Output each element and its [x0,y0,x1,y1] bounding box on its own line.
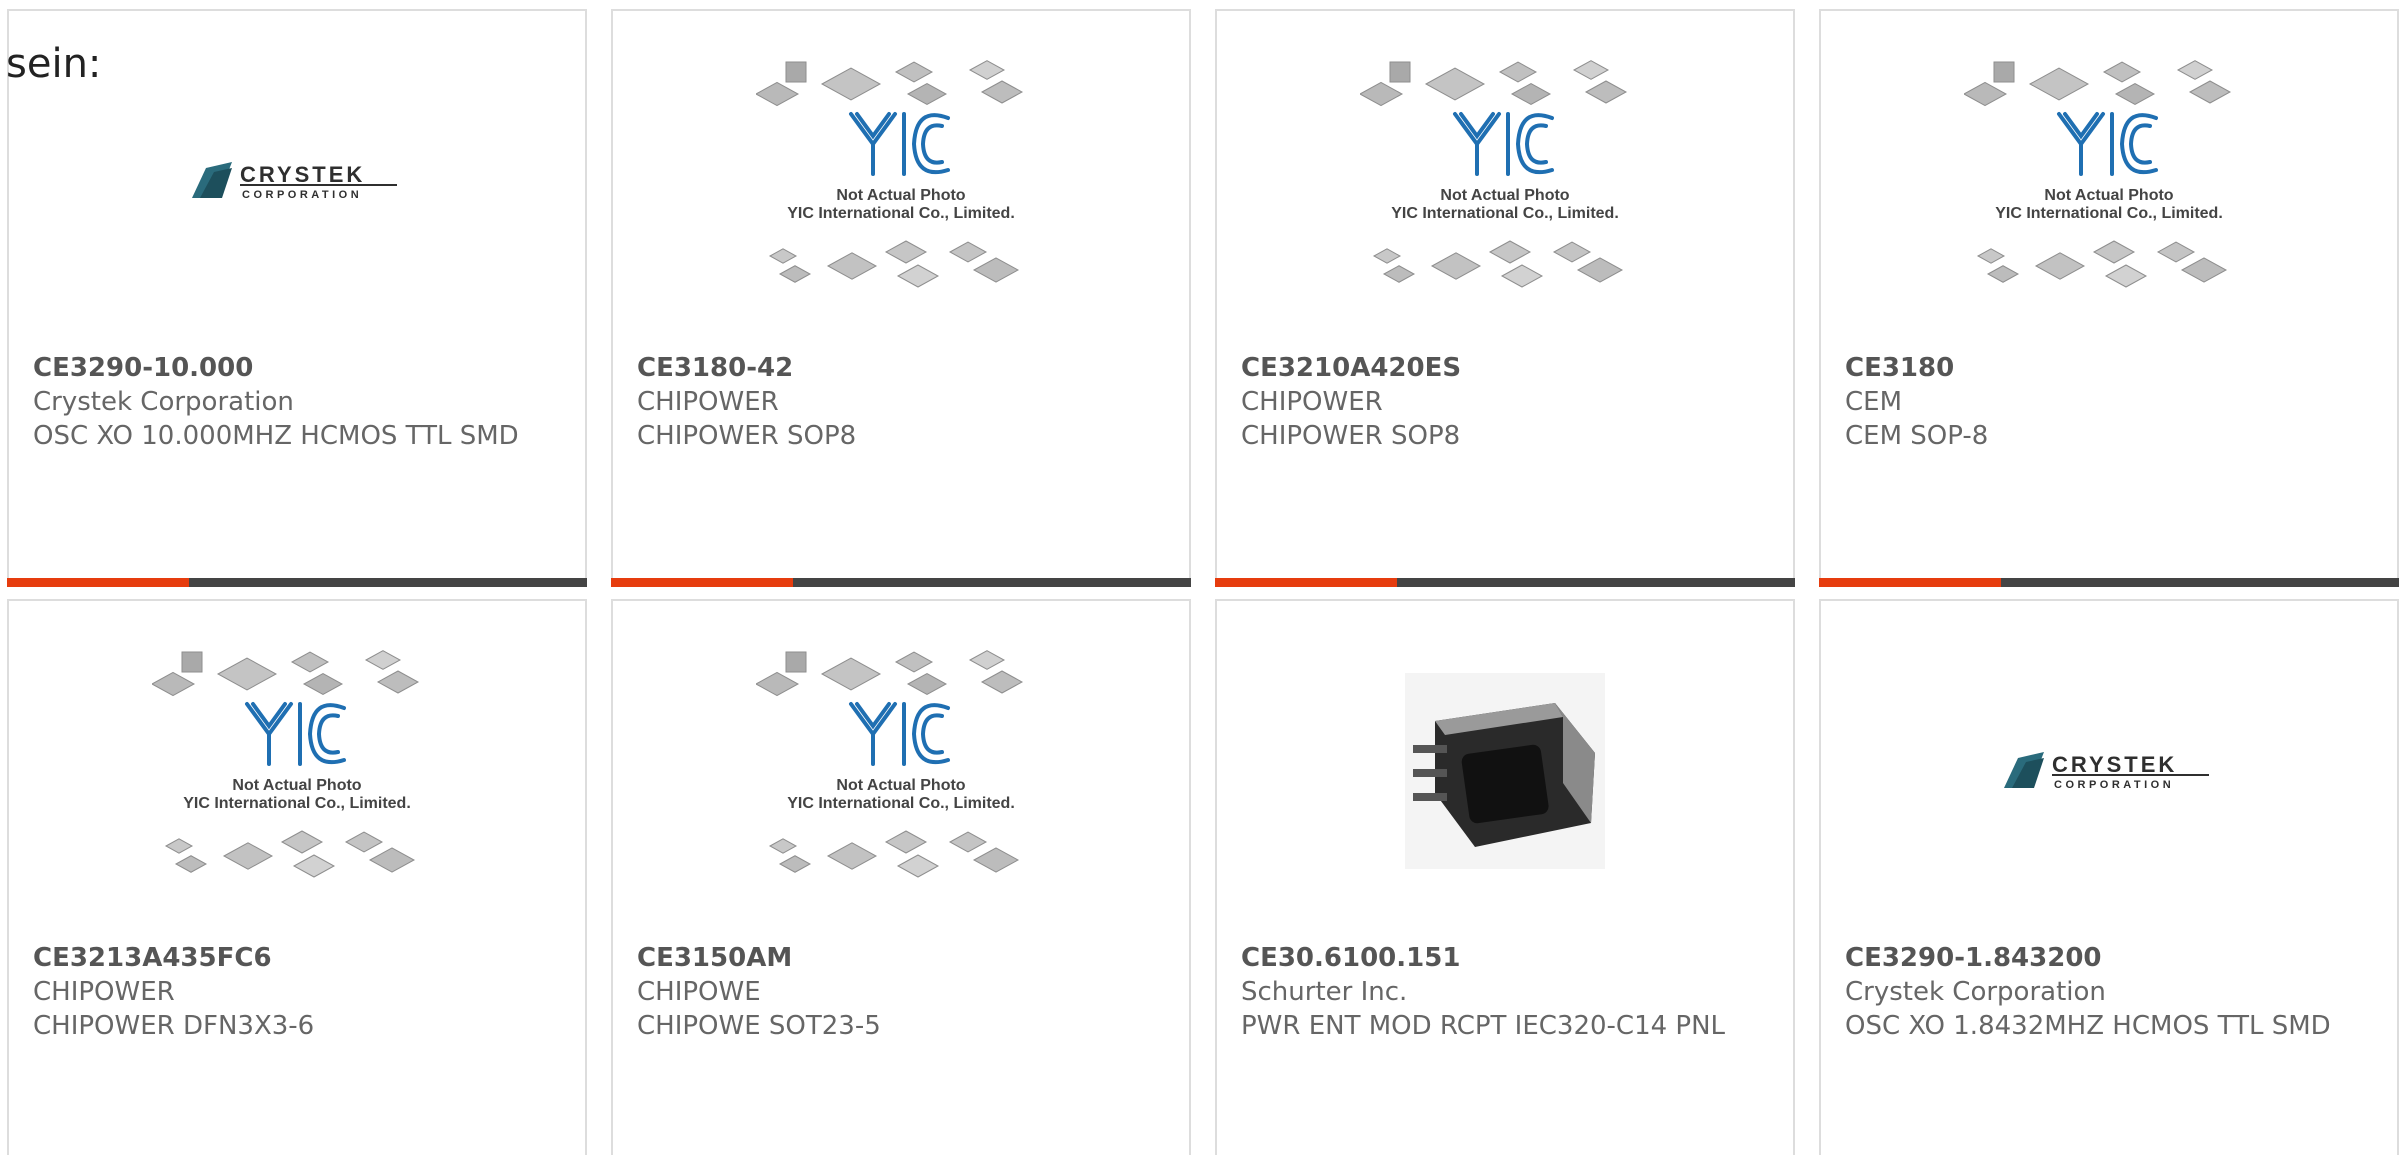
product-image[interactable]: Not Actual Photo YIC International Co., L… [613,11,1189,351]
yic-placeholder-image: Not Actual PhotoYIC International Co., L… [756,650,1024,878]
crystek-logo-name: CRYSTEK [240,162,365,187]
card-bottom-bar [1819,578,2399,587]
card-accent-bar [1215,578,1397,587]
placeholder-caption-line2: YIC International Co., Limited. [787,795,1015,812]
part-number-link[interactable]: CE3210A420ES [1241,351,1773,385]
product-card[interactable]: CRYSTEK CORPORATION CE3290-1.843200 Crystek… [1819,599,2399,1155]
product-card[interactable]: Not Actual Photo YIC International Co., L… [7,599,587,1155]
product-description: CHIPOWER SOP8 [637,421,857,451]
product-image[interactable]: Not Actual Photo YIC International Co., L… [613,601,1189,941]
part-number-link[interactable]: CE3180-42 [637,351,1169,385]
manufacturer-name: CEM [1845,387,1903,417]
product-info: CE3210A420ES CHIPOWER CHIPOWER SOP8 [1241,351,1773,453]
part-number-link[interactable]: CE3150AM [637,941,1169,975]
crystek-logo-subtitle: CORPORATION [242,189,362,201]
product-image[interactable]: Not Actual Photo YIC International Co., L… [1217,11,1793,351]
crystek-logo-name: CRYSTEK [2052,752,2177,777]
product-listing-page: sein: CRYSTEK CORPORATION CE3290-10.000 Cry… [0,0,2400,1155]
yic-placeholder-image: Not Actual PhotoYIC International Co., L… [152,650,420,878]
part-number-link[interactable]: CE3290-1.843200 [1845,941,2377,975]
power-entry-module-photo [1405,673,1605,869]
manufacturer-name: CHIPOWER [1241,387,1383,417]
product-card[interactable]: Not Actual Photo YIC International Co., L… [1819,9,2399,587]
product-description: CEM SOP-8 [1845,421,1989,451]
yic-placeholder-image: Not Actual PhotoYIC International Co., L… [756,60,1024,288]
part-number-link[interactable]: CE3213A435FC6 [33,941,565,975]
card-accent-bar [1819,578,2001,587]
product-description: CHIPOWER DFN3X3-6 [33,1011,315,1041]
product-card[interactable]: CE30.6100.151 Schurter Inc. PWR ENT MOD RC… [1215,599,1795,1155]
part-number-link[interactable]: CE3180 [1845,351,2377,385]
product-description: OSC XO 1.8432MHZ HCMOS TTL SMD [1845,1011,2331,1041]
product-info: CE3290-1.843200 Crystek Corporation OSC XO… [1845,941,2377,1043]
product-image[interactable]: Not Actual Photo YIC International Co., L… [9,601,585,941]
placeholder-caption-line1: Not Actual Photo [836,187,965,204]
placeholder-caption-line1: Not Actual Photo [232,777,361,794]
part-number-link[interactable]: CE3290-10.000 [33,351,565,385]
placeholder-caption-line2: YIC International Co., Limited. [1391,205,1619,222]
intro-text: sein: [6,41,102,87]
card-bottom-bar [611,578,1191,587]
product-info: CE30.6100.151 Schurter Inc. PWR ENT MOD RC… [1241,941,1773,1043]
product-card[interactable]: Not Actual Photo YIC International Co., L… [611,599,1191,1155]
placeholder-caption-line1: Not Actual Photo [836,777,965,794]
product-info: CE3180 CEM CEM SOP-8 [1845,351,2377,453]
card-bottom-bar [7,578,587,587]
manufacturer-name: CHIPOWER [637,387,779,417]
product-info: CE3290-10.000 Crystek Corporation OSC XO 1… [33,351,565,453]
product-description: OSC XO 10.000MHZ HCMOS TTL SMD [33,421,519,451]
crystek-logo: CRYSTEK CORPORATION [2004,752,2209,791]
crystek-logo-subtitle: CORPORATION [2054,779,2174,791]
product-card[interactable]: Not Actual Photo YIC International Co., L… [611,9,1191,587]
yic-placeholder-image: Not Actual PhotoYIC International Co., L… [1360,60,1628,288]
product-info: CE3213A435FC6 CHIPOWER CHIPOWER DFN3X3-6 [33,941,565,1043]
placeholder-caption-line1: Not Actual Photo [2044,187,2173,204]
card-accent-bar [7,578,189,587]
placeholder-caption-line2: YIC International Co., Limited. [787,205,1015,222]
crystek-logo: CRYSTEK CORPORATION [192,162,397,201]
card-bottom-bar [1215,578,1795,587]
product-description: CHIPOWE SOT23-5 [637,1011,881,1041]
product-card[interactable]: Not Actual Photo YIC International Co., L… [1215,9,1795,587]
manufacturer-name: Schurter Inc. [1241,977,1408,1007]
product-grid: CRYSTEK CORPORATION CE3290-10.000 Crystek C… [7,9,2400,1155]
product-info: CE3180-42 CHIPOWER CHIPOWER SOP8 [637,351,1169,453]
product-card[interactable]: CRYSTEK CORPORATION CE3290-10.000 Crystek C… [7,9,587,587]
manufacturer-name: CHIPOWE [637,977,761,1007]
placeholder-caption-line2: YIC International Co., Limited. [183,795,411,812]
product-info: CE3150AM CHIPOWE CHIPOWE SOT23-5 [637,941,1169,1043]
product-image[interactable] [1217,601,1793,941]
product-description: CHIPOWER SOP8 [1241,421,1461,451]
placeholder-caption-line2: YIC International Co., Limited. [1995,205,2223,222]
placeholder-caption-line1: Not Actual Photo [1440,187,1569,204]
product-description: PWR ENT MOD RCPT IEC320-C14 PNL [1241,1011,1726,1041]
manufacturer-name: Crystek Corporation [33,387,294,417]
part-number-link[interactable]: CE30.6100.151 [1241,941,1773,975]
product-image[interactable]: CRYSTEK CORPORATION [1821,601,2397,941]
card-accent-bar [611,578,793,587]
product-image[interactable]: Not Actual Photo YIC International Co., L… [1821,11,2397,351]
manufacturer-name: CHIPOWER [33,977,175,1007]
yic-placeholder-image: Not Actual PhotoYIC International Co., L… [1964,60,2232,288]
manufacturer-name: Crystek Corporation [1845,977,2106,1007]
